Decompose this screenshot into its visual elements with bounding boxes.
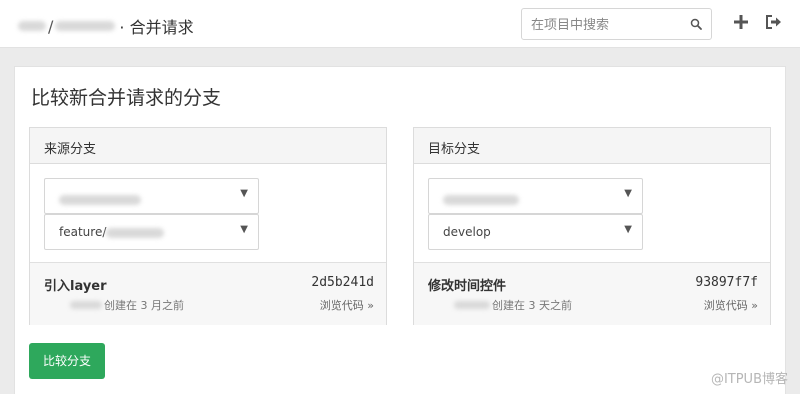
commit-hash-link[interactable]: 93897f7f xyxy=(695,275,758,290)
commit-time: 创建在 3 天之前 xyxy=(492,299,572,312)
author-name xyxy=(454,301,490,309)
commit-hash-link[interactable]: 2d5b241d xyxy=(311,275,374,290)
plus-icon[interactable] xyxy=(733,14,749,30)
chevron-down-icon: ▼ xyxy=(240,224,248,235)
page-title: · 合并请求 xyxy=(119,18,194,37)
source-branch-box: 来源分支 ▼ feature/ ▼ 引入layer 2d5b241d 创建在 3… xyxy=(29,127,387,325)
watermark: @ITPUB博客 xyxy=(710,372,788,387)
commit-message: 引入layer xyxy=(44,279,107,294)
source-branch-value: feature/ xyxy=(59,225,165,239)
target-branch-box: 目标分支 ▼ develop ▼ 修改时间控件 93897f7f 创建在 3 天… xyxy=(413,127,771,325)
compare-branches-button[interactable]: 比较分支 xyxy=(29,343,105,379)
browse-code-link[interactable]: 浏览代码 » xyxy=(704,297,758,313)
browse-code-link[interactable]: 浏览代码 » xyxy=(320,297,374,313)
search-input[interactable] xyxy=(531,15,681,35)
breadcrumb-separator: / xyxy=(48,16,54,36)
target-commit-info: 修改时间控件 93897f7f 创建在 3 天之前 浏览代码 » xyxy=(414,262,770,325)
chevron-down-icon: ▼ xyxy=(624,224,632,235)
target-branch-heading: 目标分支 xyxy=(428,142,481,157)
source-branch-heading: 来源分支 xyxy=(44,142,97,157)
target-branch-select[interactable]: develop ▼ xyxy=(428,214,643,250)
commit-time: 创建在 3 月之前 xyxy=(104,299,184,312)
search-icon[interactable] xyxy=(690,18,702,30)
author-name xyxy=(70,301,102,309)
compare-panel: 比较新合并请求的分支 来源分支 ▼ feature/ ▼ 引入layer 2d5… xyxy=(14,66,786,394)
target-project-select[interactable]: ▼ xyxy=(428,178,643,214)
namespace-link[interactable] xyxy=(18,21,46,31)
source-project-select[interactable]: ▼ xyxy=(44,178,259,214)
chevron-down-icon: ▼ xyxy=(624,188,632,199)
chevron-down-icon: ▼ xyxy=(240,188,248,199)
project-link[interactable] xyxy=(55,21,116,31)
target-branch-header: 目标分支 xyxy=(414,128,770,164)
commit-meta: 创建在 3 天之前 xyxy=(454,297,572,313)
top-navbar: / · 合并请求 xyxy=(0,0,800,48)
source-branch-select[interactable]: feature/ ▼ xyxy=(44,214,259,250)
target-branch-value: develop xyxy=(443,225,491,239)
commit-message: 修改时间控件 xyxy=(428,279,507,294)
commit-meta: 创建在 3 月之前 xyxy=(70,297,184,313)
breadcrumb: / · 合并请求 xyxy=(18,14,194,38)
source-commit-info: 引入layer 2d5b241d 创建在 3 月之前 浏览代码 » xyxy=(30,262,386,325)
sign-out-icon[interactable] xyxy=(765,14,782,30)
source-branch-header: 来源分支 xyxy=(30,128,386,164)
search-box xyxy=(521,8,712,40)
page-heading: 比较新合并请求的分支 xyxy=(31,87,222,109)
